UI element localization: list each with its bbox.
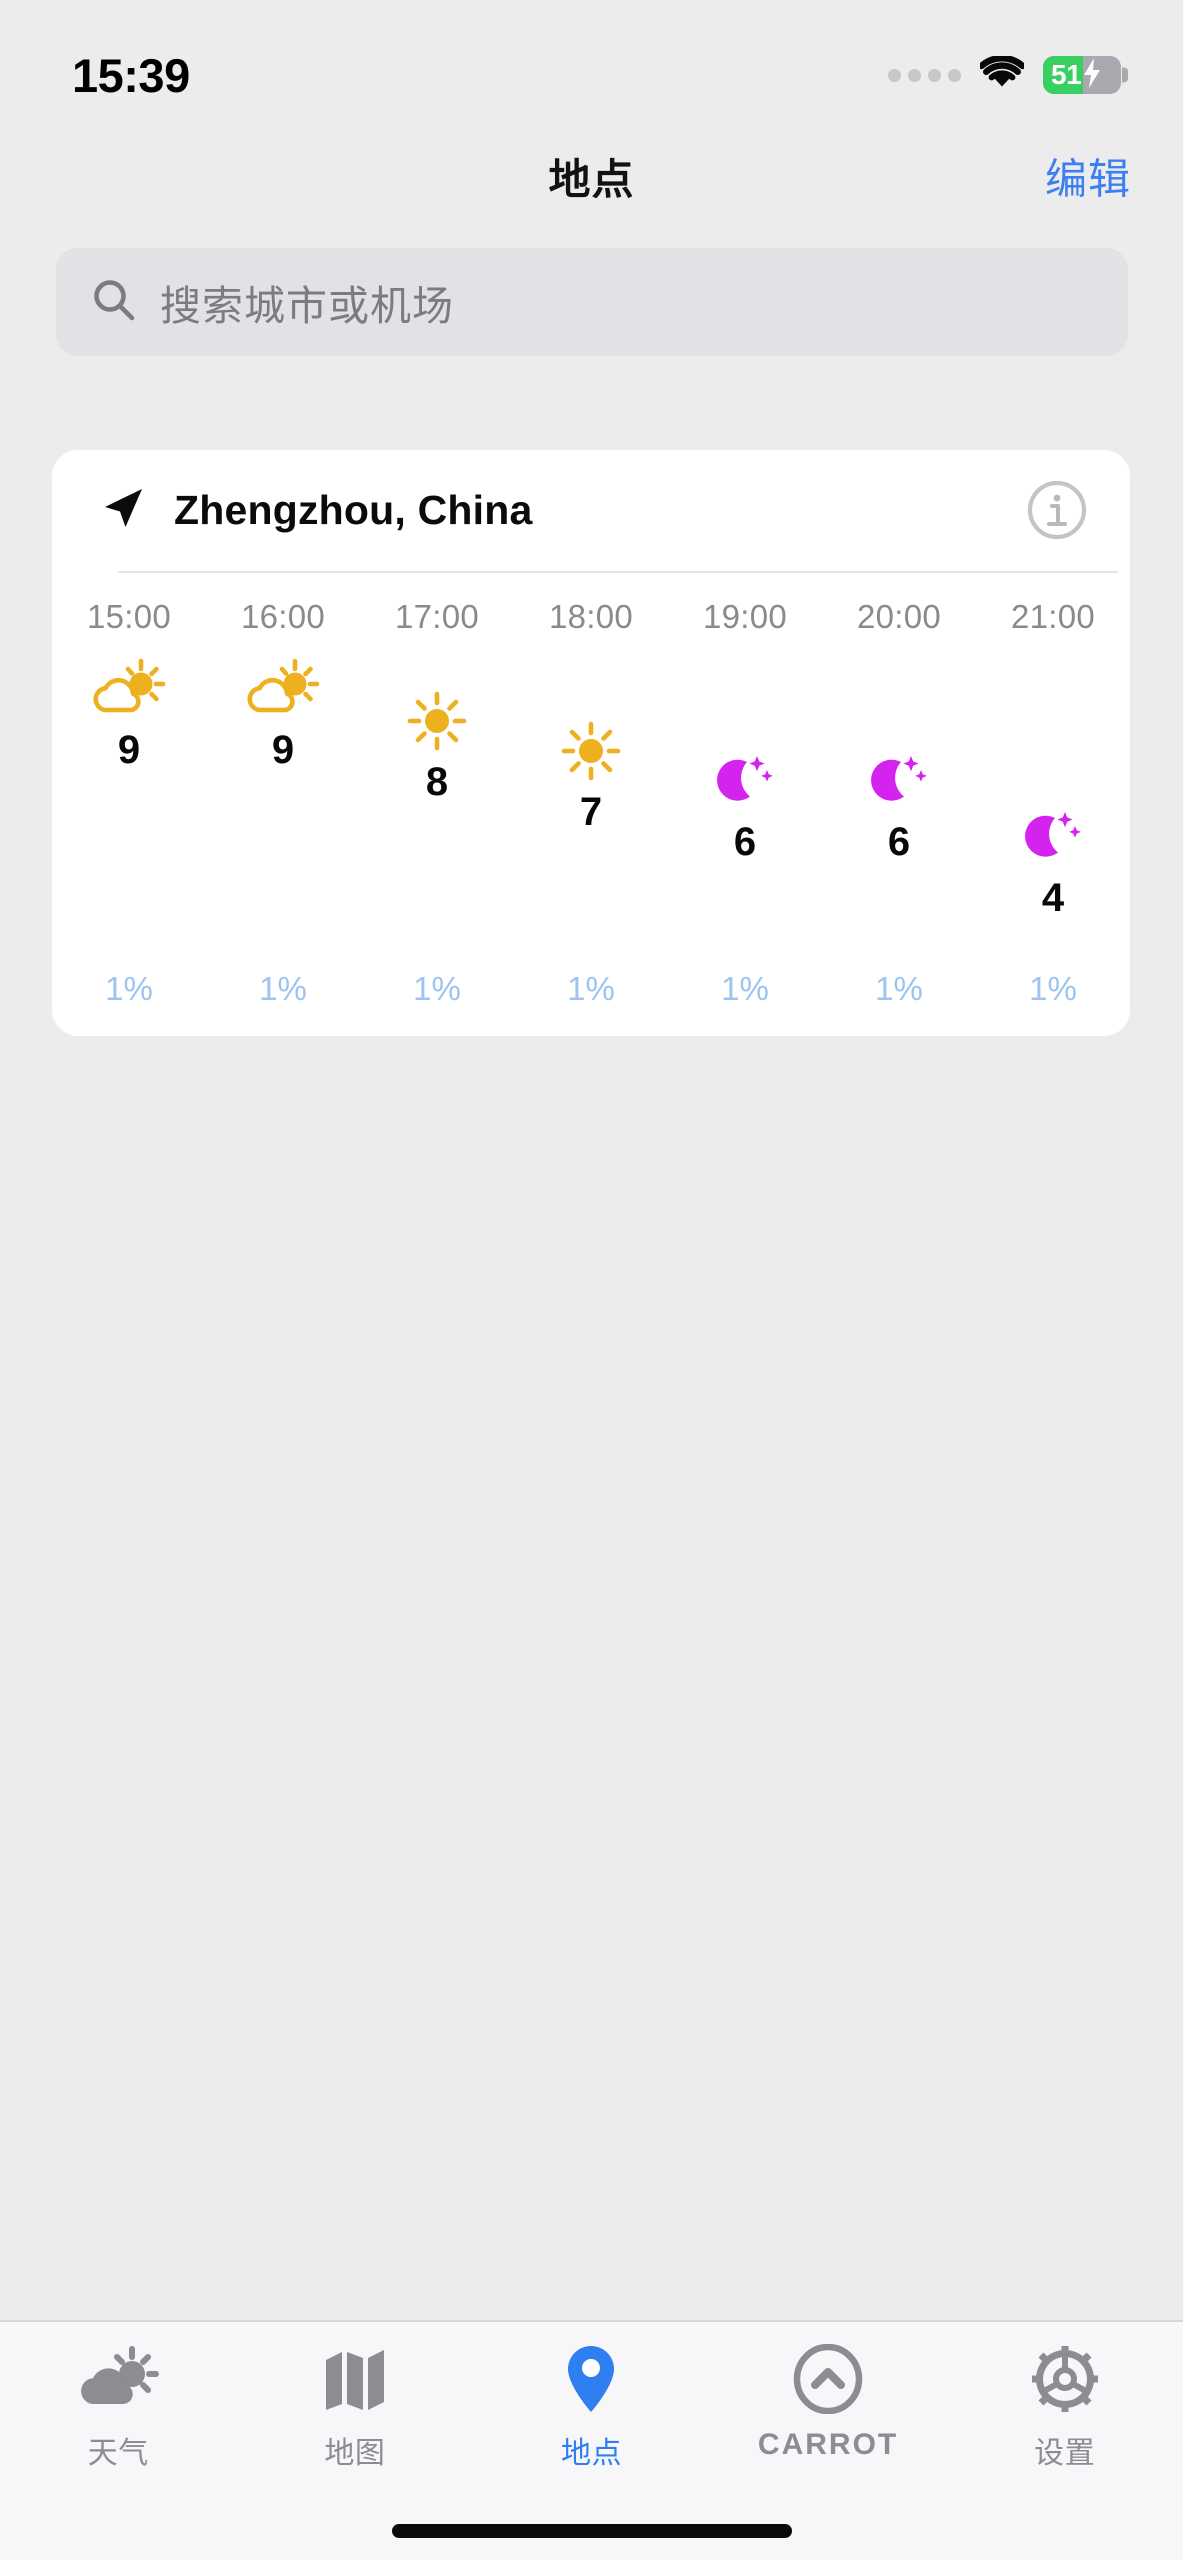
sun-icon (514, 720, 668, 782)
hour-time: 19:00 (702, 598, 788, 635)
cloud-sun-icon (76, 2344, 160, 2414)
hour-precipitation: 1% (105, 970, 153, 1007)
partly-cloudy-day-icon (206, 658, 360, 720)
hour-precipitation: 1% (413, 970, 461, 1007)
hourly-forecast-row: 15:00 9 1% 16:00 9 1% 17:00 8 1% 18:00 7… (52, 580, 1130, 1036)
hour-time: 15:00 (86, 598, 172, 635)
tab-weather[interactable]: 天气 (0, 2344, 237, 2498)
card-divider (118, 571, 1118, 573)
hour-time: 18:00 (548, 598, 634, 635)
carrot-chevron-icon (793, 2344, 863, 2414)
page-title: 地点 (548, 155, 635, 203)
moon-stars-icon (822, 750, 976, 812)
hour-precipitation: 1% (259, 970, 307, 1007)
search-input[interactable]: 搜索城市或机场 (56, 248, 1128, 356)
hour-time: 20:00 (856, 598, 942, 635)
hour-temperature: 9 (271, 728, 295, 772)
hourly-column[interactable]: 21:00 4 1% (976, 580, 1130, 1036)
battery-percent-label: 51 (1051, 59, 1082, 90)
city-name: Zhengzhou, China (174, 486, 533, 533)
hour-time: 21:00 (1010, 598, 1096, 635)
moon-stars-icon (976, 806, 1130, 868)
hour-precipitation: 1% (875, 970, 923, 1007)
search-placeholder: 搜索城市或机场 (160, 283, 454, 329)
hour-temperature: 9 (117, 728, 141, 772)
tab-label-weather: 天气 (87, 2437, 149, 2470)
tab-settings[interactable]: 设置 (946, 2344, 1183, 2498)
navigation-bar: 地点 编辑 (0, 130, 1183, 222)
hour-temperature: 6 (887, 820, 911, 864)
tab-label-locations: 地点 (560, 2437, 622, 2470)
status-bar-clock: 15:39 (72, 48, 190, 102)
hour-temperature: 7 (579, 790, 603, 834)
hour-temperature: 4 (1041, 876, 1065, 920)
charging-bolt-icon (1082, 57, 1102, 93)
tab-label-carrot: CARROT (757, 2428, 899, 2461)
tab-bar: 天气 地图 地点 CARROT 设置 (0, 2320, 1183, 2560)
battery-icon: 51 (1043, 56, 1128, 94)
hour-temperature: 8 (425, 760, 449, 804)
tab-locations[interactable]: 地点 (473, 2344, 710, 2498)
search-bar[interactable]: 搜索城市或机场 (56, 248, 1128, 356)
partly-cloudy-day-icon (52, 658, 206, 720)
hourly-column[interactable]: 16:00 9 1% (206, 580, 360, 1036)
weather-app-screen: 15:39 51 地点 编辑 搜索城市或机场 Zhengzhou, China … (0, 0, 1183, 2560)
status-bar: 15:39 51 (0, 0, 1183, 120)
home-indicator (391, 2524, 792, 2538)
hour-time: 17:00 (394, 598, 480, 635)
map-icon (322, 2344, 388, 2414)
hour-time: 16:00 (240, 598, 326, 635)
signal-dots-icon (888, 68, 961, 82)
hourly-column[interactable]: 20:00 6 1% (822, 580, 976, 1036)
tab-label-settings: 设置 (1034, 2437, 1096, 2470)
status-bar-indicators: 51 (888, 54, 1128, 95)
hour-precipitation: 1% (1029, 970, 1077, 1007)
hour-precipitation: 1% (567, 970, 615, 1007)
hour-temperature: 6 (733, 820, 757, 864)
hourly-column[interactable]: 17:00 8 1% (360, 580, 514, 1036)
tab-carrot[interactable]: CARROT (710, 2344, 947, 2498)
info-circle-icon[interactable] (1026, 479, 1088, 541)
sun-icon (360, 690, 514, 752)
search-icon (90, 276, 138, 329)
gear-icon (1030, 2344, 1100, 2414)
map-pin-icon (563, 2344, 619, 2414)
hourly-column[interactable]: 19:00 6 1% (668, 580, 822, 1036)
hour-precipitation: 1% (721, 970, 769, 1007)
location-card[interactable]: Zhengzhou, China 15:00 9 1% 16:00 9 1% 1… (52, 450, 1130, 1036)
edit-button[interactable]: 编辑 (1045, 146, 1131, 207)
wifi-icon (978, 54, 1026, 95)
moon-stars-icon (668, 750, 822, 812)
location-arrow-icon (96, 482, 148, 539)
hourly-column[interactable]: 18:00 7 1% (514, 580, 668, 1036)
hourly-column[interactable]: 15:00 9 1% (52, 580, 206, 1036)
tab-map[interactable]: 地图 (237, 2344, 474, 2498)
location-card-header: Zhengzhou, China (52, 450, 1130, 570)
tab-label-map: 地图 (324, 2437, 386, 2470)
